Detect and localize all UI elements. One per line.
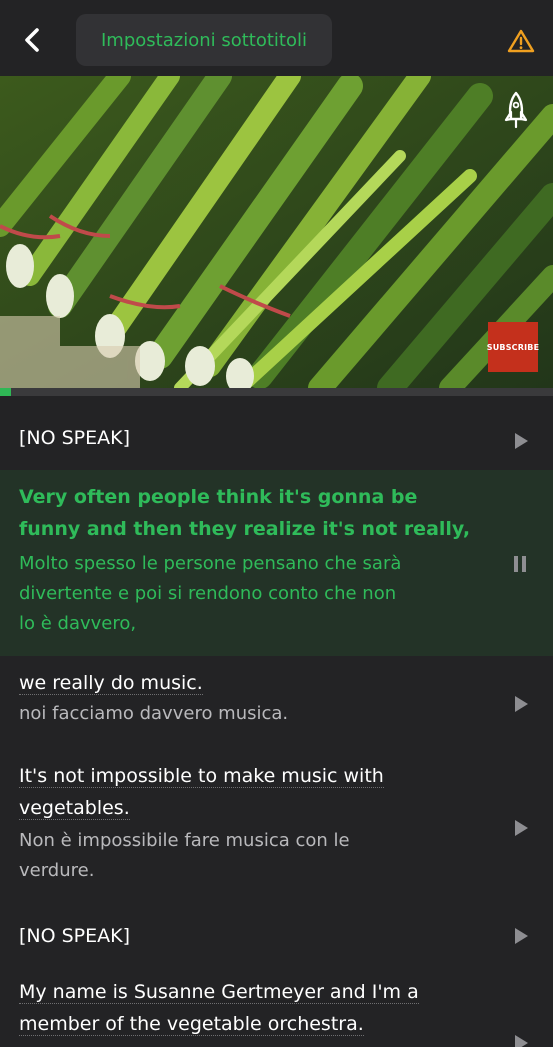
video-progress-fill <box>0 388 12 396</box>
subtitle-original-line: My name is Susanne Gertmeyer and I'm a <box>19 981 419 1004</box>
play-icon[interactable] <box>513 819 529 837</box>
subtitle-original-text: [NO SPEAK] <box>19 427 131 449</box>
subtitle-row[interactable]: [NO SPEAK] <box>0 396 553 470</box>
warning-triangle-icon <box>507 29 535 53</box>
subtitle-translation-line: noi facciamo davvero musica. <box>19 703 289 724</box>
rocket-icon[interactable] <box>500 90 532 130</box>
play-icon[interactable] <box>513 432 529 450</box>
play-icon[interactable] <box>513 695 529 713</box>
subtitle-translation-line: Molto spesso le persone pensano che sarà <box>19 553 402 574</box>
subtitle-original-line: funny and then they realize it's not rea… <box>19 518 471 540</box>
subtitle-translation-line: divertente e poi si rendono conto che no… <box>19 583 397 604</box>
subtitle-row[interactable]: [NO SPEAK] <box>0 910 553 966</box>
chevron-left-icon <box>25 28 39 52</box>
subtitle-original-line: member of the vegetable orchestra. <box>19 1013 364 1036</box>
subtitle-row[interactable]: It's not impossible to make music with v… <box>0 752 553 910</box>
subtitle-row[interactable]: we really do music. noi facciamo davvero… <box>0 656 553 752</box>
subtitle-settings-button[interactable]: Impostazioni sottotitoli <box>76 14 332 66</box>
play-icon[interactable] <box>513 927 529 945</box>
subtitle-original-line: Very often people think it's gonna be <box>19 486 418 508</box>
subtitle-original-line: we really do music. <box>19 672 203 695</box>
subtitle-original-line: It's not impossible to make music with <box>19 765 384 788</box>
subtitle-translation-line: verdure. <box>19 860 95 881</box>
subtitle-row-active[interactable]: Very often people think it's gonna be fu… <box>0 470 553 656</box>
report-warning-button[interactable] <box>504 24 538 58</box>
pause-icon[interactable] <box>512 555 528 573</box>
play-icon[interactable] <box>513 1034 529 1047</box>
video-frame-image <box>0 76 553 388</box>
subtitle-original-text: [NO SPEAK] <box>19 925 131 947</box>
video-player[interactable]: SUBSCRIBE <box>0 76 553 388</box>
subtitle-settings-label: Impostazioni sottotitoli <box>101 29 307 51</box>
subtitle-translation-line: lo è davvero, <box>19 613 137 634</box>
video-progress-bar[interactable] <box>0 388 553 396</box>
subtitle-row[interactable]: My name is Susanne Gertmeyer and I'm a m… <box>0 966 553 1047</box>
top-bar: Impostazioni sottotitoli <box>0 0 553 76</box>
subscribe-badge: SUBSCRIBE <box>486 322 540 372</box>
subtitle-translation-line: Non è impossibile fare musica con le <box>19 830 350 851</box>
subtitle-original-line: vegetables. <box>19 797 130 820</box>
back-button[interactable] <box>14 22 50 58</box>
subscribe-badge-text: SUBSCRIBE <box>486 342 540 352</box>
